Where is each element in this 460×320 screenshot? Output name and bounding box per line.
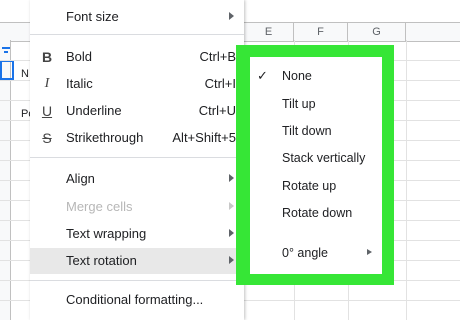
cell-text-n: N bbox=[21, 68, 29, 80]
menu-item-label: Underline bbox=[66, 103, 122, 118]
rotation-option-tilt-down[interactable]: Tilt down bbox=[250, 119, 382, 143]
rotation-option-rotate-up[interactable]: Rotate up bbox=[250, 174, 382, 198]
menu-item-text-wrapping[interactable]: Text wrapping bbox=[30, 221, 244, 247]
rotation-option-none[interactable]: ✓ None bbox=[250, 64, 382, 88]
filter-icon[interactable] bbox=[2, 47, 10, 55]
italic-icon: I bbox=[44, 76, 50, 91]
column-header-g[interactable]: G bbox=[348, 23, 406, 41]
underline-icon: U bbox=[41, 103, 53, 119]
menu-divider bbox=[30, 34, 244, 35]
menu-item-label: Text wrapping bbox=[66, 226, 147, 241]
rotation-option-rotate-down[interactable]: Rotate down bbox=[250, 201, 382, 225]
menu-item-label: Text rotation bbox=[66, 253, 137, 268]
text-rotation-submenu: ✓ None Tilt up Tilt down Stack verticall… bbox=[250, 57, 382, 274]
menu-item-shortcut: Ctrl+B bbox=[199, 49, 236, 64]
menu-item-label: Font size bbox=[66, 9, 119, 24]
menu-item-text-rotation[interactable]: Text rotation bbox=[30, 248, 244, 274]
rotation-option-label: Rotate down bbox=[282, 206, 353, 220]
menu-item-label: Align bbox=[66, 171, 95, 186]
rotation-option-label: Tilt down bbox=[282, 124, 332, 138]
menu-divider bbox=[30, 280, 244, 281]
rotation-option-label: 0° angle bbox=[282, 246, 329, 260]
checkmark-icon: ✓ bbox=[257, 68, 268, 83]
menu-item-italic[interactable]: I Italic Ctrl+I bbox=[30, 71, 244, 97]
menu-item-bold[interactable]: B Bold Ctrl+B bbox=[30, 44, 244, 70]
submenu-arrow-icon bbox=[229, 202, 234, 210]
menu-item-label: Italic bbox=[66, 76, 93, 91]
rotation-option-label: Stack vertically bbox=[282, 151, 366, 165]
format-menu: Font size B Bold Ctrl+B I Italic Ctrl+I … bbox=[30, 0, 244, 320]
menu-item-conditional-formatting[interactable]: Conditional formatting... bbox=[30, 287, 244, 313]
menu-item-label: Bold bbox=[66, 49, 93, 64]
column-header-e[interactable]: E bbox=[244, 23, 294, 41]
submenu-arrow-icon bbox=[229, 174, 234, 182]
rotation-option-label: Tilt up bbox=[282, 97, 316, 111]
bold-icon: B bbox=[41, 49, 53, 65]
rotation-option-label: None bbox=[282, 69, 312, 83]
menu-item-shortcut: Ctrl+U bbox=[198, 103, 236, 118]
menu-item-align[interactable]: Align bbox=[30, 166, 244, 192]
strikethrough-icon: S bbox=[42, 130, 52, 146]
menu-item-label: Conditional formatting... bbox=[66, 292, 204, 307]
menu-item-underline[interactable]: U Underline Ctrl+U bbox=[30, 98, 244, 124]
menu-divider bbox=[30, 157, 244, 158]
menu-item-merge-cells[interactable]: Merge cells bbox=[30, 194, 244, 220]
submenu-arrow-icon bbox=[229, 12, 234, 20]
menu-item-font-size[interactable]: Font size bbox=[30, 4, 244, 30]
menu-item-shortcut: Alt+Shift+5 bbox=[172, 130, 236, 145]
menu-item-strikethrough[interactable]: S Strikethrough Alt+Shift+5 bbox=[30, 125, 244, 151]
rotation-option-stack-vertically[interactable]: Stack vertically bbox=[250, 146, 382, 170]
selected-cell[interactable] bbox=[0, 60, 14, 80]
column-header-f[interactable]: F bbox=[294, 23, 348, 41]
menu-item-label: Strikethrough bbox=[66, 130, 144, 145]
rotation-option-label: Rotate up bbox=[282, 179, 337, 193]
submenu-arrow-icon bbox=[367, 249, 372, 255]
menu-item-label: Merge cells bbox=[66, 199, 133, 214]
rotation-option-tilt-up[interactable]: Tilt up bbox=[250, 92, 382, 116]
menu-item-shortcut: Ctrl+I bbox=[204, 76, 236, 91]
rotation-option-angle[interactable]: 0° angle bbox=[250, 241, 382, 265]
submenu-arrow-icon bbox=[229, 229, 234, 237]
submenu-arrow-icon bbox=[229, 256, 234, 264]
